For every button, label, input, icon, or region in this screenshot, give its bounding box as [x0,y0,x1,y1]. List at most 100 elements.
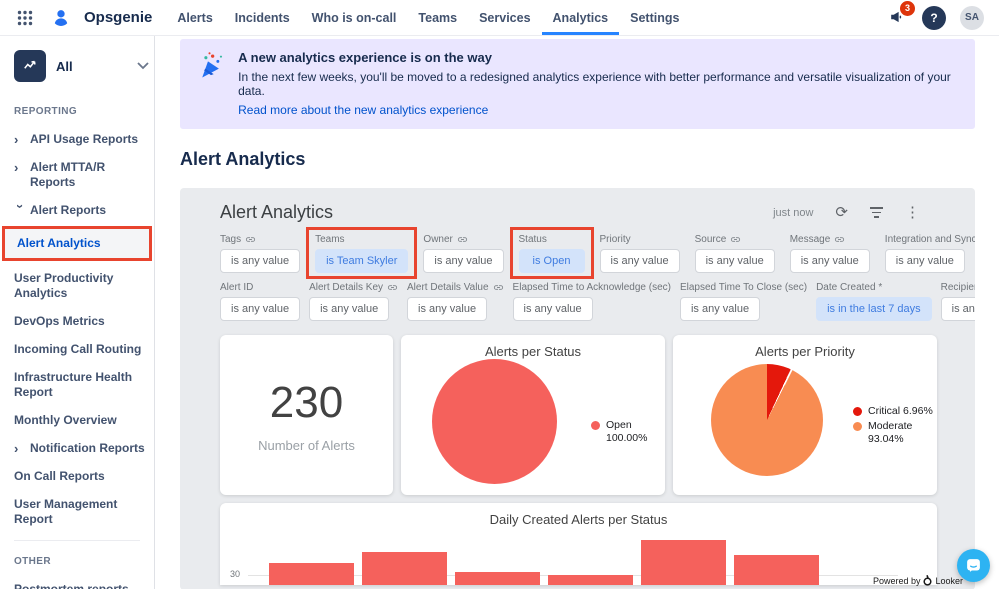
kebab-menu-icon[interactable]: ⋮ [905,205,920,220]
filter-value-button[interactable]: is any value [694,249,775,273]
chevron-right-icon: › [14,160,19,175]
section-title-other: OTHER [14,556,51,567]
filter-value-button[interactable]: is any value [309,297,390,321]
filter-value-button[interactable]: is Open [518,249,585,273]
powered-by-looker[interactable]: Powered by Looker [873,575,963,586]
sidebar-item-postmortem-reports[interactable]: Postmortem reports [14,582,151,589]
bar [455,572,540,585]
main-content: A new analytics experience is on the way… [155,36,999,589]
top-navigation: Opsgenie Alerts Incidents Who is on-call… [0,0,999,36]
profile-button[interactable]: SA [959,5,985,31]
sidebar-item-api-usage-reports[interactable]: › API Usage Reports [14,132,151,147]
filter-value-button[interactable]: is any value [220,249,301,273]
nav-item-services[interactable]: Services [468,0,541,35]
sidebar-item-infrastructure-health-report[interactable]: Infrastructure Health Report [14,370,151,400]
filter-icon[interactable] [870,207,883,218]
help-button[interactable]: ? [921,5,947,31]
app-switcher-icon[interactable] [12,5,38,31]
alerts-per-priority-card: Alerts per Priority Critical 6.96% Moder… [673,335,937,495]
filter-value-button[interactable]: is any value [220,297,301,321]
filter-value-button[interactable]: is in the last 7 days [816,297,932,321]
chart-title: Alerts per Priority [755,344,855,359]
filter-value-button[interactable]: is any value [940,297,975,321]
number-of-alerts-card: 230 Number of Alerts [220,335,393,495]
filter-alert-id: Alert ID is any value [220,281,301,321]
brand-name[interactable]: Opsgenie [84,9,152,26]
bar [548,575,633,585]
filter-value-button[interactable]: is Team Skyler [315,249,409,273]
sidebar: All REPORTING › API Usage Reports › Aler… [0,36,155,589]
grid-icon [17,10,33,25]
chevron-right-icon: › [14,132,19,147]
filter-tags: Tags is any value [220,233,301,273]
sidebar-item-alert-mttar-reports[interactable]: › Alert MTTA/R Reports [14,160,151,190]
opsgenie-logo-icon[interactable] [48,5,74,31]
priority-pie-chart [711,364,823,476]
filter-owner: Owner is any value [423,233,504,273]
nav-item-analytics[interactable]: Analytics [541,0,620,35]
banner-body: In the next few weeks, you'll be moved t… [238,70,951,98]
nav-item-teams[interactable]: Teams [407,0,468,35]
page-title: Alert Analytics [180,149,306,169]
legend-label: Moderate 93.04% [868,420,913,445]
sidebar-item-incoming-call-routing[interactable]: Incoming Call Routing [14,342,151,357]
nav-item-settings[interactable]: Settings [619,0,690,35]
bar [362,551,447,585]
opsgenie-mark-icon [54,9,68,26]
sidebar-item-on-call-reports[interactable]: On Call Reports [14,469,151,484]
filter-value-button[interactable]: is any value [599,249,680,273]
link-icon [457,236,467,242]
sidebar-item-devops-metrics[interactable]: DevOps Metrics [14,314,151,329]
filter-message: Message is any value [789,233,870,273]
filter-value-button[interactable]: is any value [789,249,870,273]
filter-value-button[interactable]: is any value [423,249,504,273]
primary-nav: Alerts Incidents Who is on-call Teams Se… [166,0,690,35]
filter-recipient: Recipient is any value [940,281,975,321]
filter-alert-details-key: Alert Details Key is any value [309,281,398,321]
bar [269,563,354,585]
looker-dashboard-panel: Alert Analytics just now ⟳ ⋮ Tags is any… [180,188,975,589]
avatar: SA [960,5,984,30]
filter-value-button[interactable]: is any value [512,297,593,321]
dashboard-title: Alert Analytics [220,202,334,222]
sidebar-item-notification-reports[interactable]: › Notification Reports [14,441,151,456]
bar [734,554,819,585]
annotation-box-status: Status is Open [509,227,594,279]
status-pie-chart [432,359,557,484]
chat-launcher-button[interactable] [957,549,990,582]
bar-chart-plot: 30 [220,503,937,585]
section-title-reporting: REPORTING [14,106,78,117]
nav-item-alerts[interactable]: Alerts [166,0,223,35]
sidebar-item-user-management-report[interactable]: User Management Report [14,497,151,527]
dashboard-selector[interactable]: All [14,50,149,82]
sidebar-item-monthly-overview[interactable]: Monthly Overview [14,413,151,428]
filter-value-button[interactable]: is any value [407,297,488,321]
nav-item-incidents[interactable]: Incidents [224,0,301,35]
filter-date-created: Date Created * is in the last 7 days [816,281,932,321]
chart-legend: Open 100.00% [591,419,665,447]
legend-label: Open 100.00% [606,419,648,444]
sidebar-item-user-productivity-analytics[interactable]: User Productivity Analytics [14,271,151,301]
chart-title: Alerts per Status [484,344,582,359]
nav-item-who-is-on-call[interactable]: Who is on-call [301,0,408,35]
link-icon [387,284,398,290]
refresh-icon[interactable]: ⟳ [835,205,848,220]
chart-icon [14,50,46,82]
banner-title: A new analytics experience is on the way [238,50,492,65]
alert-count-label: Number of Alerts [258,437,355,453]
banner-read-more-link[interactable]: Read more about the new analytics experi… [238,103,959,117]
link-icon [246,236,256,242]
sidebar-item-alert-analytics[interactable]: Alert Analytics [17,236,145,251]
filter-value-button[interactable]: is any value [679,297,761,321]
filter-integration-and-sync: Integration and Sync is any value [884,233,975,273]
filters-row-2: Alert ID is any value Alert Details Key … [180,281,975,321]
notifications-button[interactable]: 3 [883,0,915,31]
last-refreshed-label: just now [773,206,814,219]
filter-teams: Teams is Team Skyler [315,233,409,273]
filter-status: Status is Open [518,233,585,273]
filter-value-button[interactable]: is any value [884,249,965,273]
chevron-right-icon: › [14,441,19,456]
legend-label: Critical 6.96% [868,405,933,417]
daily-created-alerts-card: Daily Created Alerts per Status 30 [220,503,937,585]
sidebar-item-alert-reports[interactable]: › Alert Reports [13,203,151,218]
